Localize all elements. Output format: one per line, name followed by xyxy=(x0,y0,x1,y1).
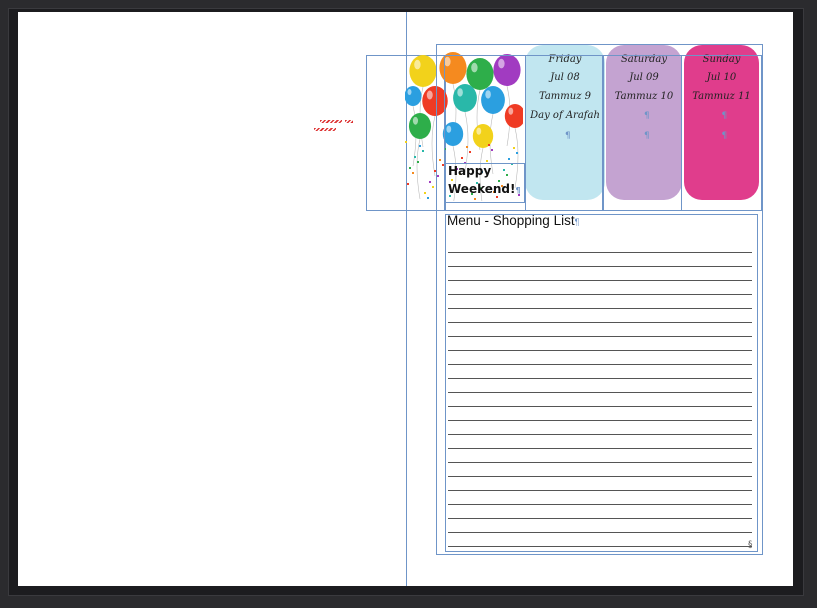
col-divider xyxy=(603,55,682,211)
balloon-string xyxy=(416,138,421,200)
balloon xyxy=(409,55,437,87)
confetti xyxy=(419,145,421,147)
ruled-line xyxy=(448,322,752,323)
ruled-line xyxy=(448,420,752,421)
confetti xyxy=(432,186,434,188)
confetti xyxy=(409,167,411,169)
balloon xyxy=(408,113,432,139)
menu-title: Menu - Shopping List xyxy=(447,213,575,228)
balloon-highlight xyxy=(412,116,419,125)
balloon-highlight xyxy=(407,89,412,95)
ruled-line xyxy=(448,378,752,379)
ruled-line xyxy=(448,392,752,393)
balloon-string xyxy=(431,115,436,177)
ruled-line xyxy=(448,336,752,337)
confetti xyxy=(422,150,424,152)
menu-pilcrow: ¶ xyxy=(574,217,580,227)
ruled-line xyxy=(448,518,752,519)
menu-shopping-list-frame[interactable] xyxy=(445,214,758,552)
ruled-line xyxy=(448,266,752,267)
ruled-line xyxy=(448,406,752,407)
ruled-line xyxy=(448,490,752,491)
spell-check-mark xyxy=(345,120,353,123)
confetti xyxy=(407,183,409,185)
ruled-line xyxy=(448,434,752,435)
ruled-line xyxy=(448,546,752,547)
confetti xyxy=(405,141,407,143)
confetti xyxy=(412,172,414,174)
ruled-line xyxy=(448,364,752,365)
confetti xyxy=(429,181,431,183)
ruled-line xyxy=(448,504,752,505)
ruled-line xyxy=(448,448,752,449)
ruled-line xyxy=(448,532,752,533)
ruled-line xyxy=(448,350,752,351)
ruled-line xyxy=(448,476,752,477)
balloon xyxy=(405,86,422,106)
ruled-line xyxy=(448,252,752,253)
confetti xyxy=(417,161,419,163)
confetti xyxy=(414,156,416,158)
confetti xyxy=(424,192,426,194)
ruled-line xyxy=(448,308,752,309)
ruled-line xyxy=(448,280,752,281)
ruled-line xyxy=(448,294,752,295)
balloon-highlight xyxy=(426,90,433,100)
spell-check-mark xyxy=(320,120,342,123)
menu-title-row: Menu - Shopping List¶ xyxy=(447,213,579,228)
balloon-highlight xyxy=(414,59,421,70)
col-divider xyxy=(525,55,603,211)
spell-check-mark xyxy=(314,128,336,131)
ruled-line xyxy=(448,462,752,463)
section-mark: § xyxy=(748,540,753,550)
confetti xyxy=(427,197,429,199)
